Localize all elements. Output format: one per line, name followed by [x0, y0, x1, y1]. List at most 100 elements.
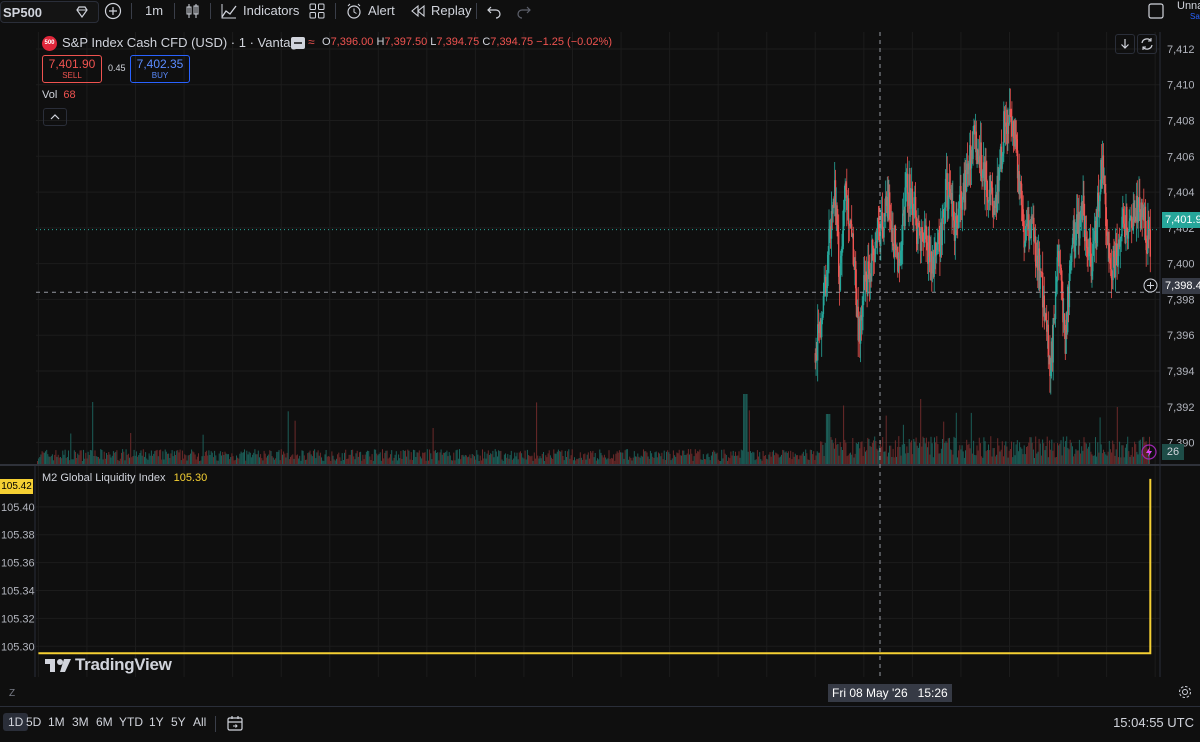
volume-bar	[1090, 451, 1092, 464]
volume-bar	[81, 461, 83, 464]
layout-saved-label: Sav	[1190, 12, 1200, 21]
top-toolbar: SP500 1m Indicators Alert Replay Unna Sa…	[0, 0, 1200, 33]
volume-bar	[164, 449, 166, 464]
z-corner-icon[interactable]: Z	[9, 688, 15, 699]
volume-bar	[203, 455, 205, 464]
volume-bar	[996, 454, 998, 464]
volume-bar	[832, 443, 834, 464]
volume-bar	[986, 450, 988, 464]
volume-bar	[400, 450, 402, 464]
indicators-icon[interactable]	[220, 2, 238, 20]
volume-bar	[399, 458, 401, 464]
replay-icon[interactable]	[410, 3, 426, 19]
volume-bar	[1013, 442, 1015, 464]
volume-bar	[78, 455, 80, 464]
volume-bar	[817, 452, 819, 464]
indicators-button[interactable]: Indicators	[243, 0, 299, 22]
volume-bar	[993, 448, 995, 464]
volume-bar	[63, 454, 65, 464]
volume-bar	[342, 460, 344, 464]
timeframe-ytd[interactable]: YTD	[119, 715, 143, 729]
volume-bar	[148, 453, 150, 464]
volume-bar	[786, 453, 788, 464]
volume-bar	[652, 456, 654, 464]
volume-bar	[977, 450, 979, 464]
volume-bar	[88, 455, 90, 464]
volume-bar	[171, 450, 173, 464]
save-checkbox-icon[interactable]	[1148, 3, 1164, 19]
volume-bar	[457, 458, 459, 464]
diamond-icon[interactable]	[75, 5, 89, 19]
collapse-legend-icon[interactable]	[43, 108, 67, 126]
volume-bar	[157, 456, 159, 464]
add-symbol-icon[interactable]	[104, 2, 122, 20]
timeframe-1d[interactable]: 1D	[3, 713, 29, 731]
date-range-calendar-icon[interactable]	[226, 714, 244, 732]
timeframe-6m[interactable]: 6M	[96, 715, 113, 729]
undo-icon[interactable]	[486, 3, 502, 19]
alert-clock-icon[interactable]	[345, 2, 363, 20]
volume-bar	[861, 441, 863, 464]
arrow-down-icon[interactable]	[1115, 34, 1135, 54]
crosshair-price-plus-icon[interactable]	[1143, 278, 1158, 293]
volume-bar	[1051, 439, 1053, 464]
volume-bar	[616, 451, 618, 464]
volume-bar	[177, 450, 179, 464]
volume-bar	[1105, 454, 1107, 464]
timeframe-all[interactable]: All	[193, 715, 206, 729]
m2-tick-label: 105.34	[1, 586, 35, 598]
volume-bar	[858, 442, 860, 464]
volume-bar	[537, 455, 539, 464]
chart-svg[interactable]: 7,3907,3927,3947,3967,3987,4007,4027,404…	[0, 32, 1200, 700]
timeframe-5d[interactable]: 5D	[26, 715, 41, 729]
layouts-icon[interactable]	[309, 3, 325, 19]
symbol-search[interactable]: SP500	[0, 1, 99, 23]
events-lightning-icon[interactable]	[1141, 444, 1157, 460]
volume-bar	[396, 460, 398, 464]
replay-button[interactable]: Replay	[431, 0, 471, 22]
volume-bar	[873, 440, 874, 464]
timeframe-3m[interactable]: 3M	[72, 715, 89, 729]
volume-bar	[308, 452, 310, 464]
legend-title[interactable]: S&P Index Cash CFD (USD) · 1 · Vantage	[62, 35, 305, 50]
volume-bar	[631, 460, 633, 464]
volume-bar	[217, 460, 219, 464]
volume-bar	[600, 452, 602, 464]
refresh-icon[interactable]	[1137, 34, 1157, 54]
volume-bar	[945, 441, 947, 464]
timeframe-1m[interactable]: 1M	[48, 715, 65, 729]
volume-bar	[729, 458, 731, 464]
layout-name[interactable]: Unna	[1177, 0, 1200, 12]
volume-bar	[936, 436, 938, 464]
interval-button[interactable]: 1m	[145, 0, 163, 22]
utc-clock[interactable]: 15:04:55 UTC	[1113, 715, 1194, 730]
buy-button[interactable]: 7,402.35 BUY	[130, 55, 190, 83]
m2-value: 105.30	[173, 472, 208, 484]
m2-name[interactable]: M2 Global Liquidity Index	[42, 472, 166, 484]
chart-settings-gear-icon[interactable]	[1177, 684, 1193, 700]
volume-bar	[1113, 444, 1115, 464]
alert-button[interactable]: Alert	[368, 0, 395, 22]
volume-bar	[461, 455, 463, 464]
volume-bar	[1022, 454, 1024, 464]
volume-bar	[198, 453, 199, 464]
volume-bar	[444, 452, 446, 464]
volume-bar	[1089, 442, 1091, 464]
timeframe-1y[interactable]: 1Y	[149, 715, 164, 729]
volume-bar	[816, 451, 818, 464]
volume-bar	[590, 451, 592, 464]
volume-bar	[449, 455, 451, 464]
timeframe-5y[interactable]: 5Y	[171, 715, 186, 729]
sell-button[interactable]: 7,401.90 SELL	[42, 55, 102, 83]
volume-bar	[180, 460, 182, 464]
legend-toggle-icon[interactable]	[291, 37, 305, 49]
m2-tick-label: 105.36	[1, 558, 35, 570]
volume-bar	[713, 450, 715, 464]
redo-icon[interactable]	[516, 3, 532, 19]
candle-body	[847, 198, 850, 225]
volume-bar	[455, 450, 457, 464]
volume-bar	[160, 449, 162, 464]
volume-bar	[948, 437, 950, 464]
chart-area[interactable]: 7,3907,3927,3947,3967,3987,4007,4027,404…	[0, 32, 1200, 702]
candles-icon[interactable]	[184, 2, 202, 20]
